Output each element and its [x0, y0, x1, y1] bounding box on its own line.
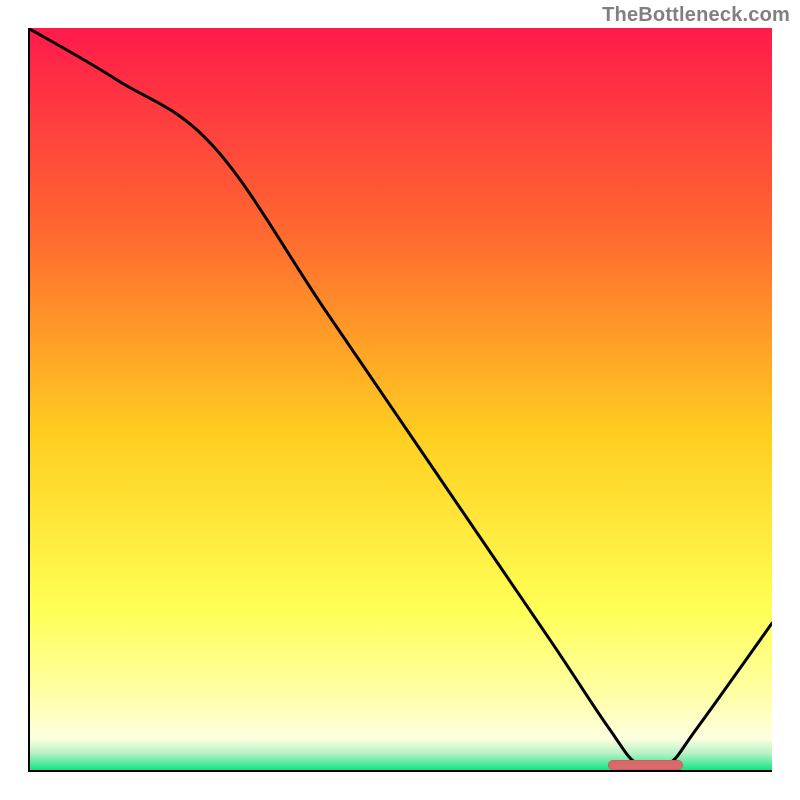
optimal-range-marker	[608, 760, 682, 770]
chart-plot-area	[28, 28, 772, 772]
chart-background	[28, 28, 772, 772]
bottleneck-curve-chart	[28, 28, 772, 772]
attribution-text: TheBottleneck.com	[602, 4, 790, 27]
